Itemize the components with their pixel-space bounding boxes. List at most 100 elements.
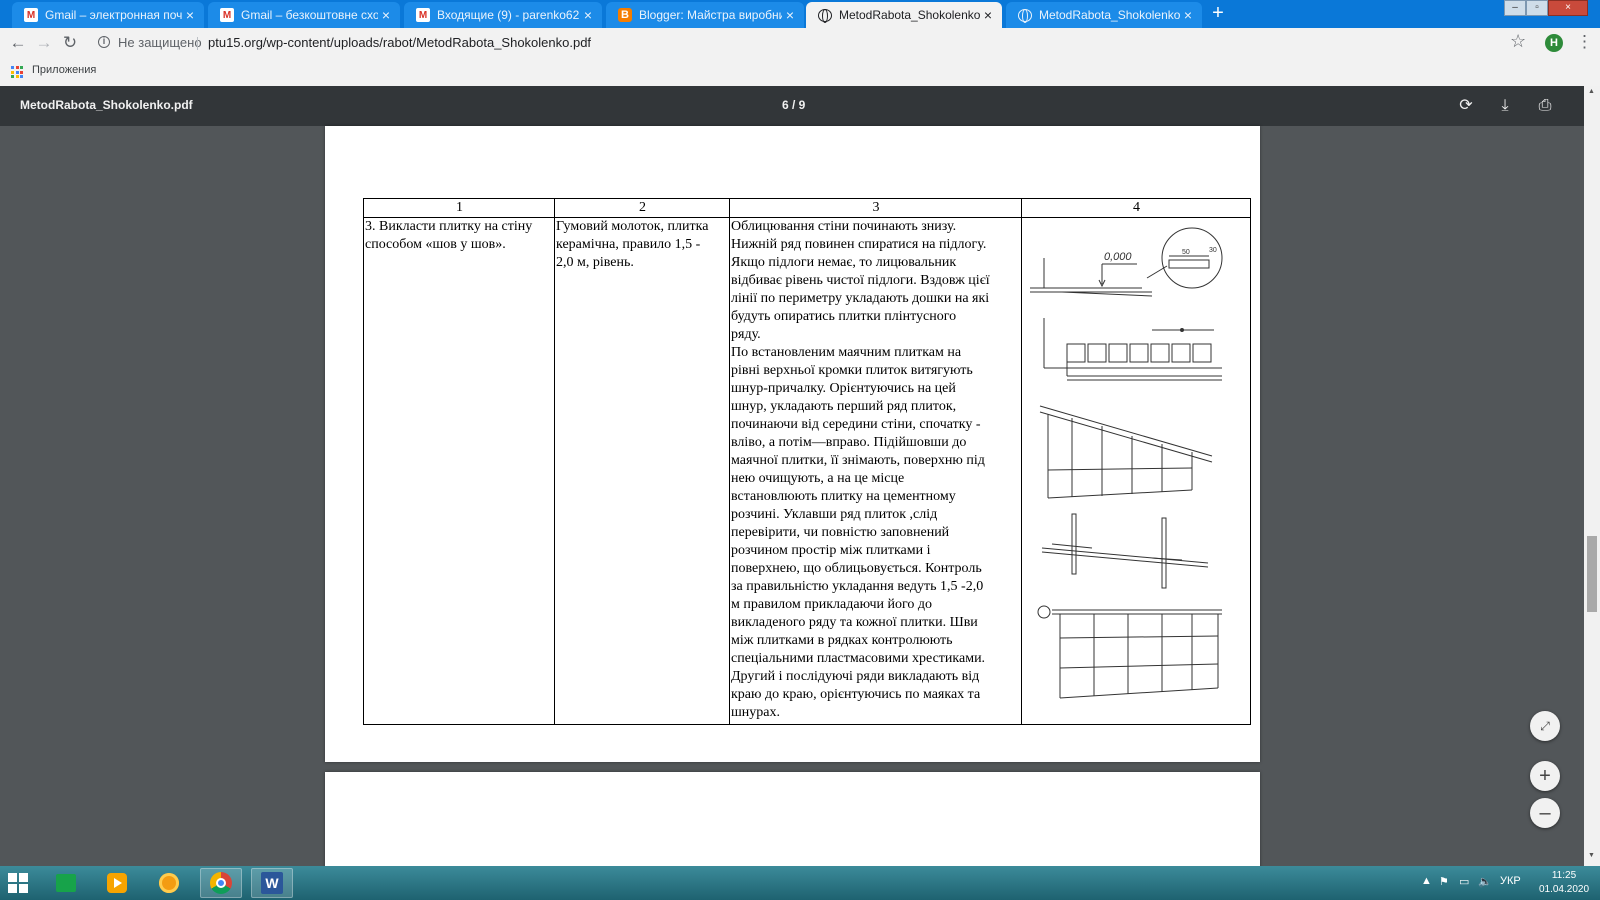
language-indicator[interactable]: УКР <box>1500 875 1521 887</box>
tab-strip: M Gmail – электронная почта и бе × M Gma… <box>0 0 1600 28</box>
cord-figure <box>1041 513 1209 589</box>
taskbar-utility-app[interactable] <box>148 868 190 898</box>
instructions-cell: Облицювання стіни починають знизу. Нижній… <box>729 217 1022 725</box>
fit-page-button[interactable]: ⤢ <box>1530 711 1560 741</box>
apps-grid-icon[interactable] <box>11 66 23 78</box>
floor-level-figure: 0,000 50 30 <box>1030 227 1223 297</box>
tab-title: Blogger: Майстра виробничого <box>639 8 782 22</box>
windows-start-icon[interactable] <box>8 873 28 893</box>
reload-button[interactable]: ↻ <box>59 32 81 54</box>
close-icon[interactable]: × <box>1180 7 1196 23</box>
clock-time: 11:25 <box>1551 870 1577 881</box>
text-line: спеціальними пластмасовими хрестиками. <box>731 651 986 666</box>
apps-bookmark[interactable]: Приложения <box>32 64 96 76</box>
tab-gmail-2[interactable]: M Gmail – безкоштовне сховище т × <box>208 2 400 28</box>
text-line: рівні верхньої кромки плиток витягують <box>731 363 973 378</box>
text-line: шнур, укладають перший ряд плиток, <box>731 399 957 414</box>
new-tab-button[interactable]: + <box>1208 3 1228 24</box>
step-cell: 3. Викласти плитку на стіну способом «шо… <box>363 217 555 725</box>
volume-icon[interactable]: 🔈 <box>1478 875 1492 888</box>
text-line: Облицювання стіни починають знизу. <box>731 219 957 234</box>
text-line: починаючи від середини стіни, спочатку - <box>731 417 981 432</box>
utility-app-icon <box>159 873 179 893</box>
pdf-page <box>325 772 1260 872</box>
text-line: способом «шов у шов». <box>365 237 506 252</box>
text-line: між плитками в рядках контролюють <box>731 633 953 648</box>
scroll-thumb[interactable] <box>1587 536 1597 612</box>
address-bar[interactable]: i Не защищено ptu15.org/wp-content/uploa… <box>92 30 1528 56</box>
system-clock[interactable]: 11:25 01.04.2020 <box>1537 869 1591 897</box>
scroll-up-icon[interactable]: ▲ <box>1588 88 1595 95</box>
illustration-cell: 0,000 50 30 <box>1021 217 1251 725</box>
tab-inbox[interactable]: M Входящие (9) - parenko62nata@ × <box>404 2 602 28</box>
info-icon[interactable]: i <box>98 36 110 48</box>
network-icon[interactable]: ▭ <box>1459 875 1469 888</box>
scrollbar[interactable]: ▲ ▼ <box>1584 86 1600 866</box>
taskbar-store-app[interactable] <box>45 868 87 898</box>
tools-cell: Гумовий молоток, плитка керамічна, прави… <box>554 217 730 725</box>
close-icon[interactable]: × <box>378 7 394 23</box>
text-line: вліво, а потім—вправо. Підійшовши до <box>731 435 967 450</box>
divider <box>197 37 198 50</box>
tab-pdf-active[interactable]: o MetodRabota_Shokolenko.pdf × <box>806 2 1002 28</box>
taskbar: W ▲ ⚑ ▭ 🔈 УКР 11:25 01.04.2020 <box>0 866 1600 900</box>
text-line: відбиває рівень чистої підлоги. Вздовж ц… <box>731 273 990 288</box>
tab-blogger[interactable]: B Blogger: Майстра виробничого × <box>606 2 804 28</box>
menu-icon[interactable]: ⋮ <box>1576 33 1593 51</box>
gmail-icon: M <box>24 8 38 22</box>
text-line: По встановленим маячним плиткам на <box>731 345 962 360</box>
window-controls: – ▫ × <box>1504 0 1588 16</box>
blogger-icon: B <box>618 8 632 22</box>
print-icon[interactable]: ⎙ <box>1534 95 1556 117</box>
taskbar-word-app[interactable]: W <box>251 868 293 898</box>
url-text[interactable]: ptu15.org/wp-content/uploads/rabot/Metod… <box>208 35 591 50</box>
taskbar-chrome-app[interactable] <box>200 868 242 898</box>
text-line: Гумовий молоток, плитка <box>556 219 709 234</box>
rotate-icon[interactable]: ⟳ <box>1455 95 1477 117</box>
tab-title: MetodRabota_Shokolenko.pdf <box>1039 8 1180 22</box>
close-icon[interactable]: × <box>580 7 596 23</box>
text-line: м правилом прикладаючи його до <box>731 597 933 612</box>
text-line: нею очищують, а на це місце <box>731 471 905 486</box>
bookmark-star-icon[interactable]: ☆ <box>1510 31 1526 52</box>
text-line: перевірити, чи повністю заповнений <box>731 525 950 540</box>
instructions-text: Облицювання стіни починають знизу. Нижній… <box>731 218 1021 722</box>
wall-perspective-figure <box>1039 405 1213 499</box>
close-icon[interactable]: × <box>182 7 198 23</box>
text-line: лінії по периметру укладають дошки на як… <box>731 291 990 306</box>
document-table: 1 2 3 4 3. Викласти плитку на стіну спос… <box>363 198 1251 725</box>
text-line: керамічна, правило 1,5 - <box>556 237 701 252</box>
back-button[interactable]: ← <box>7 32 29 54</box>
zoom-out-button[interactable]: – <box>1530 798 1560 828</box>
taskbar-media-app[interactable] <box>96 868 138 898</box>
page-indicator: 6 / 9 <box>782 98 806 112</box>
text-line: будуть опиратись плитки плінтусного <box>731 309 957 324</box>
tray-action-icon[interactable]: ⚑ <box>1439 875 1449 888</box>
media-player-icon <box>107 873 127 893</box>
security-label[interactable]: Не защищено <box>118 35 202 50</box>
close-window-button[interactable]: × <box>1548 0 1588 16</box>
pdf-page: 1 2 3 4 3. Викласти плитку на стіну спос… <box>325 126 1260 762</box>
maximize-button[interactable]: ▫ <box>1526 0 1548 16</box>
scroll-down-icon[interactable]: ▼ <box>1588 852 1595 859</box>
text-line: краю до краю, орієнтуючись по маяках та <box>731 687 981 702</box>
table-header: 4 <box>1021 198 1251 218</box>
tray-expand-icon[interactable]: ▲ <box>1421 875 1432 887</box>
forward-button[interactable]: → <box>33 32 55 54</box>
zoom-in-button[interactable]: + <box>1530 761 1560 791</box>
profile-avatar[interactable]: H <box>1545 34 1563 52</box>
table-header: 1 <box>363 198 555 218</box>
tab-gmail-1[interactable]: M Gmail – электронная почта и бе × <box>12 2 204 28</box>
tab-pdf-2[interactable]: o MetodRabota_Shokolenko.pdf × <box>1006 2 1202 28</box>
dimension-label: 50 <box>1182 249 1190 256</box>
close-icon[interactable]: × <box>782 7 798 23</box>
pdf-toolbar: MetodRabota_Shokolenko.pdf 6 / 9 ⟳ ⤓ ⎙ <box>0 86 1600 126</box>
text-line: Якщо підлоги немає, то лицювальник <box>731 255 957 270</box>
close-icon[interactable]: × <box>980 7 996 23</box>
minimize-button[interactable]: – <box>1504 0 1526 16</box>
text-line: за правильністю укладання ведуть 1,5 -2,… <box>731 579 984 594</box>
text-line: Нижній ряд повинен спиратися на підлогу. <box>731 237 987 252</box>
text-line: 3. Викласти плитку на стіну <box>365 219 533 234</box>
globe-icon: o <box>1018 8 1032 23</box>
download-icon[interactable]: ⤓ <box>1494 95 1516 117</box>
